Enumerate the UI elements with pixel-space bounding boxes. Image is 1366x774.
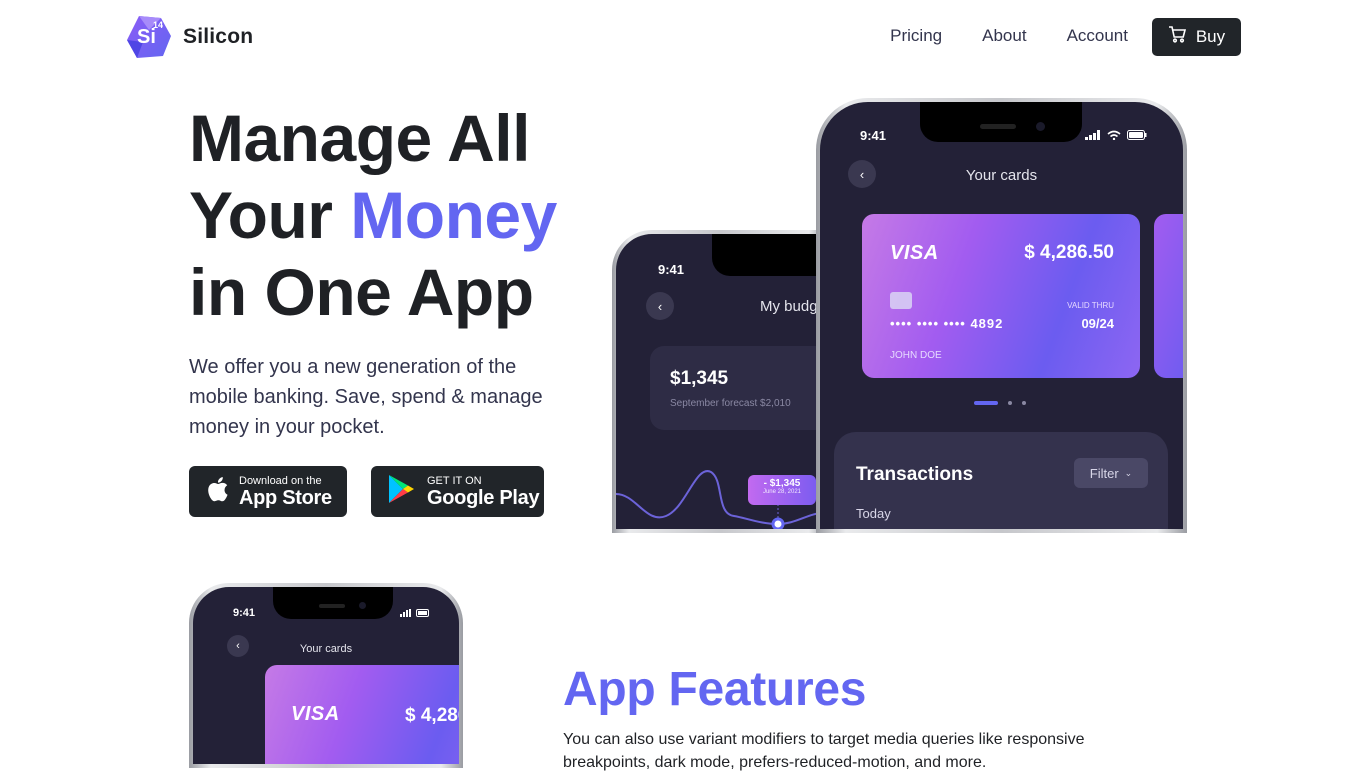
google-play-small: GET IT ON — [427, 474, 482, 487]
phone-notch — [273, 587, 393, 619]
camera-icon — [359, 602, 366, 609]
chip-icon — [890, 292, 912, 309]
status-icons — [400, 609, 431, 617]
nav-link-about[interactable]: About — [982, 26, 1026, 46]
visa-logo: VISA — [890, 242, 939, 264]
signal-icon — [400, 609, 411, 617]
google-play-text: GET IT ON Google Play — [427, 474, 540, 509]
valid-thru-label: VALID THRU — [1067, 301, 1114, 310]
chart-tooltip: - $1,345 June 28, 2021 — [748, 475, 816, 505]
next-card-peek[interactable] — [1154, 214, 1183, 378]
phone-notch — [712, 234, 822, 276]
features-title: App Features — [563, 663, 867, 716]
speaker-grill — [319, 604, 345, 608]
balance-amount: $1,345 — [670, 368, 729, 389]
transactions-title: Transactions — [856, 464, 974, 485]
camera-icon — [1036, 122, 1045, 131]
silicon-logo-icon: Si 14 — [125, 14, 173, 60]
phone-notch — [920, 102, 1082, 142]
balance-card: $1,345 September forecast $2,010 — [650, 346, 822, 430]
google-play-icon — [387, 474, 415, 509]
cart-icon — [1168, 26, 1186, 48]
tooltip-date: June 28, 2021 — [762, 489, 802, 495]
speaker-grill — [980, 124, 1016, 129]
budget-title: My budg — [760, 298, 818, 315]
tooltip-amount: - $1,345 — [763, 478, 801, 489]
battery-icon — [416, 609, 429, 617]
app-store-button[interactable]: Download on the App Store — [189, 466, 347, 517]
hero-title-line2: Your — [189, 178, 351, 252]
brand-name: Silicon — [183, 25, 254, 48]
phone-mockup-budget: 9:41 ‹ My budg $1,345 September forecast… — [612, 230, 826, 533]
chevron-down-icon: ⌄ — [1124, 467, 1133, 478]
card-holder: JOHN DOE — [890, 350, 942, 361]
card-number: •••• •••• •••• 4892 — [890, 316, 1004, 331]
wifi-icon — [1107, 130, 1121, 140]
app-store-text: Download on the App Store — [239, 475, 332, 509]
google-play-button[interactable]: GET IT ON Google Play — [371, 466, 544, 517]
carousel-dot[interactable] — [1008, 401, 1012, 405]
status-icons — [1085, 130, 1147, 140]
today-label: Today — [856, 506, 891, 521]
carousel-dot[interactable] — [1022, 401, 1026, 405]
brand-logo-link[interactable]: Si 14 Silicon — [125, 14, 253, 60]
features-description: You can also use variant modifiers to ta… — [563, 731, 1085, 771]
carousel-dot-active[interactable] — [974, 401, 998, 405]
buy-label: Buy — [1195, 27, 1226, 46]
signal-icon — [1085, 130, 1100, 140]
status-time: 9:41 — [233, 607, 256, 619]
phone-mockup-bottom: 9:41 ‹ Your cards VISA $ 4,286.50 — [189, 583, 463, 768]
nav-link-pricing[interactable]: Pricing — [890, 26, 942, 46]
battery-icon — [1127, 130, 1147, 140]
card-amount: $ 4,286.50 — [405, 705, 459, 726]
hero-description: We offer you a new generation of the mob… — [189, 356, 543, 438]
top-navbar: Si 14 Silicon Pricing About Account Buy — [0, 0, 1366, 72]
google-play-big: Google Play — [427, 486, 540, 509]
credit-card[interactable]: VISA $ 4,286.50 VALID THRU •••• •••• •••… — [862, 214, 1140, 378]
status-time: 9:41 — [658, 262, 685, 277]
card-amount: $ 4,286.50 — [1024, 242, 1114, 263]
hero-title: Manage All Your Money in One App — [189, 100, 557, 331]
buy-button[interactable]: Buy — [1152, 18, 1241, 56]
transactions-panel: Transactions Filter ⌄ Today — [834, 432, 1168, 529]
status-time: 9:41 — [860, 128, 887, 143]
app-store-small: Download on the — [239, 474, 322, 487]
chevron-left-icon: ‹ — [657, 298, 663, 314]
balance-forecast: September forecast $2,010 — [670, 398, 791, 409]
phone-mockup-cards: 9:41 ‹ Your cards VISA $ 4,286.50 VALID … — [816, 98, 1187, 533]
screen-title: Your cards — [965, 167, 1038, 184]
hero-title-accent: Money — [350, 178, 557, 252]
valid-thru: 09/24 — [1081, 316, 1114, 331]
nav-links: Pricing About Account — [890, 26, 1128, 46]
logo-number: 14 — [153, 20, 164, 30]
visa-logo: VISA — [291, 703, 340, 725]
back-button[interactable]: ‹ — [646, 292, 674, 320]
credit-card[interactable]: VISA $ 4,286.50 — [265, 665, 459, 764]
filter-button[interactable]: Filter ⌄ — [1074, 458, 1148, 488]
hero-title-line1: Manage All — [189, 101, 530, 175]
hero-title-line3: in One App — [189, 255, 534, 329]
app-store-big: App Store — [239, 486, 332, 509]
apple-icon — [205, 475, 229, 508]
filter-label: Filter — [1089, 465, 1119, 481]
screen-title: Your cards — [299, 643, 353, 655]
nav-link-account[interactable]: Account — [1067, 26, 1128, 46]
